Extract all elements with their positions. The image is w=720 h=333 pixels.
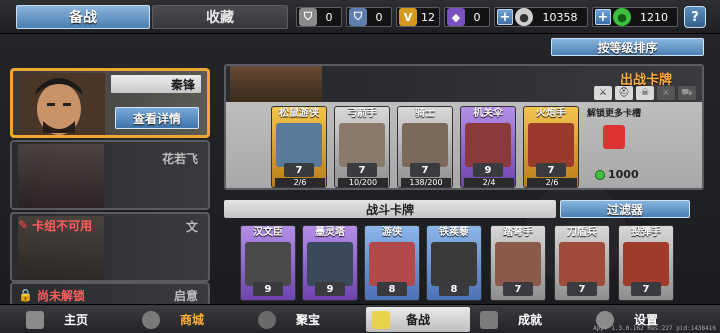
card-art [528, 123, 574, 167]
commander-card[interactable]: 花若飞 [10, 140, 210, 210]
commander-card-locked[interactable]: 🔒 尚未解锁 启意 [10, 282, 210, 306]
battle-card[interactable]: 墨灵塔 9 [302, 225, 358, 301]
lock-icon: 🔒 [18, 288, 33, 302]
currency-purple-badge: ◆ 0 [444, 7, 490, 27]
commander-name: 花若飞 [161, 152, 198, 166]
commander-portrait [19, 73, 105, 135]
green-gem-icon [595, 169, 605, 180]
card-art [245, 242, 291, 286]
cart-dim-icon: ⛟ [678, 86, 696, 100]
commander-name: 秦锋 [111, 75, 201, 93]
nav-achievements[interactable]: 成就 [474, 307, 586, 332]
currency-gold-medal: V 12 [396, 7, 440, 27]
add-coins-button[interactable]: + [497, 9, 513, 25]
gold-medal-icon: V [399, 8, 417, 26]
deck-card[interactable]: 骑士 7 138/200 [397, 106, 453, 188]
achievement-icon [480, 310, 498, 329]
shield-blue-icon: ⛉ [349, 8, 367, 26]
battle-card[interactable]: 汉文臣 9 [240, 225, 296, 301]
card-art [495, 242, 541, 286]
currency-shield: ⛉ 0 [296, 7, 342, 27]
sort-by-level-button[interactable]: 按等级排序 [551, 38, 704, 56]
deck-card[interactable]: 弓箭手 7 10/200 [334, 106, 390, 188]
deck-commander-portrait [230, 66, 322, 102]
purple-badge-icon: ◆ [447, 8, 465, 26]
unlock-slot-button[interactable]: 解锁更多卡槽 1000 [585, 106, 643, 184]
deck-unavailable-label: ✎ 卡组不可用 [18, 218, 93, 233]
treasure-icon [258, 310, 276, 329]
card-art [307, 242, 353, 286]
deck-card[interactable]: 松鼠游侠 7 2/6 [271, 106, 327, 188]
help-button[interactable]: ? [684, 6, 706, 28]
card-art [339, 123, 385, 167]
top-bar: 备战 收藏 ⛉ 0 ⛉ 0 V 12 ◆ 0 + ● 10358 + ● 121… [0, 0, 720, 34]
card-art [623, 242, 669, 286]
currency-shield-blue: ⛉ 0 [346, 7, 392, 27]
battle-cards-header: 战斗卡牌 [224, 200, 556, 218]
nav-home[interactable]: 主页 [20, 307, 132, 332]
filter-button[interactable]: 过滤器 [560, 200, 690, 218]
card-art [402, 123, 448, 167]
nav-prepare[interactable]: 备战 [366, 307, 470, 332]
forbidden-icon: ✎ [18, 218, 29, 232]
commander-name: 启意 [173, 289, 198, 303]
nav-treasure[interactable]: 聚宝 [252, 307, 364, 332]
card-art [559, 242, 605, 286]
commander-card-selected[interactable]: 秦锋 查看详情 [10, 68, 210, 138]
deck-card[interactable]: 机关伞 9 2/4 [460, 106, 516, 188]
nav-shop[interactable]: 商城 [136, 307, 248, 332]
view-details-button[interactable]: 查看详情 [115, 107, 199, 129]
deck-header: 出战卡牌 ⚔ ⛑ ☠ ⚔ ⛟ [226, 66, 702, 102]
unlock-slot-label: 解锁更多卡槽 [586, 109, 641, 119]
cards-icon [372, 310, 390, 329]
currency-coins: + ● 10358 [494, 7, 588, 27]
sword-dim-icon: ⚔ [657, 86, 675, 100]
skull-icon: ☠ [636, 86, 654, 100]
version-label: App: 1.3.0.162 Res:227 pid:1438416 [593, 325, 716, 332]
add-gems-button[interactable]: + [595, 9, 611, 25]
unlock-cost: 1000 [595, 168, 639, 181]
currency-gems: + ● 1210 [592, 7, 678, 27]
green-gem-icon: ● [613, 8, 631, 26]
bottom-nav: 主页 商城 聚宝 备战 成就 设置 App: 1.3.0.162 Res:227… [0, 304, 720, 333]
card-art [431, 242, 477, 286]
card-art [465, 123, 511, 167]
helmet-icon: ⛑ [615, 86, 633, 100]
card-art [276, 123, 322, 167]
shield-icon: ⛉ [299, 8, 317, 26]
battle-card[interactable]: 刀盾兵 7 [554, 225, 610, 301]
sword-icon: ⚔ [594, 86, 612, 100]
tab-collection[interactable]: 收藏 [152, 5, 288, 29]
home-icon [26, 310, 44, 329]
commander-name: 文 [185, 220, 198, 234]
card-art [369, 242, 415, 286]
commander-portrait-art [19, 73, 105, 135]
battle-card[interactable]: 投弹手 7 [618, 225, 674, 301]
deck-card[interactable]: 火炮手 7 2/6 [523, 106, 579, 188]
battle-card[interactable]: 游侠 8 [364, 225, 420, 301]
deck-slot-icons: ⚔ ⛑ ☠ ⚔ ⛟ [594, 86, 696, 100]
commander-card-unavailable[interactable]: ✎ 卡组不可用 文 [10, 212, 210, 282]
silver-coin-icon: ● [515, 8, 533, 26]
commander-portrait [18, 144, 104, 208]
tab-prepare[interactable]: 备战 [16, 5, 150, 29]
commander-list: 秦锋 查看详情 花若飞 ✎ 卡组不可用 文 🔒 尚未解锁 启意 [10, 60, 212, 306]
battle-card[interactable]: 踏弩手 7 [490, 225, 546, 301]
lock-icon [603, 125, 625, 149]
shop-icon [142, 310, 160, 329]
battle-card[interactable]: 铁蒺藜 8 [426, 225, 482, 301]
not-unlocked-label: 🔒 尚未解锁 [18, 288, 85, 303]
